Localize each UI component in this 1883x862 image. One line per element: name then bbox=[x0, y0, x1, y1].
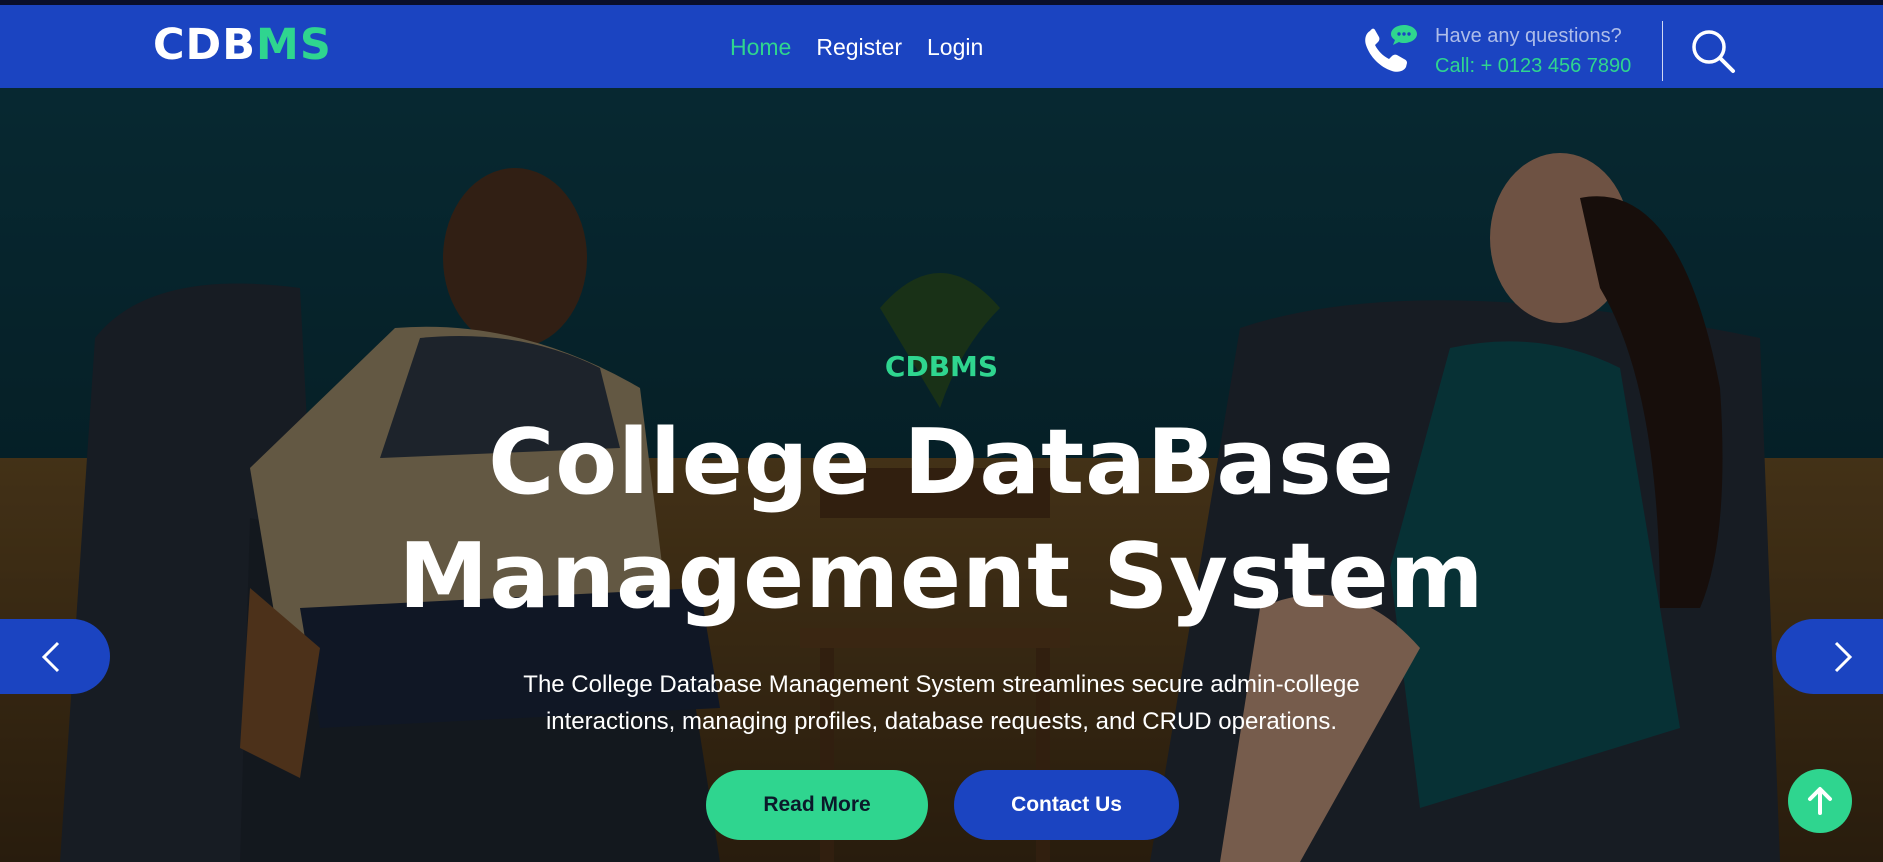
navbar-divider bbox=[1662, 21, 1663, 81]
read-more-button[interactable]: Read More bbox=[706, 770, 928, 840]
nav-link-login[interactable]: Login bbox=[927, 34, 983, 61]
brand-logo[interactable]: CDBMS bbox=[153, 18, 332, 72]
chevron-left-icon bbox=[41, 641, 60, 673]
main-nav: Home Register Login bbox=[730, 34, 983, 61]
contact-question: Have any questions? bbox=[1435, 25, 1622, 47]
hero-title-line1: College DataBase bbox=[488, 410, 1395, 515]
nav-link-home[interactable]: Home bbox=[730, 34, 791, 61]
hero-title-line2: Management System bbox=[398, 524, 1485, 629]
brand-text-part2: MS bbox=[256, 20, 332, 70]
hero-eyebrow: CDBMS bbox=[884, 350, 999, 383]
carousel-next-button[interactable] bbox=[1776, 619, 1883, 694]
navbar: CDBMS Home Register Login Have any quest… bbox=[0, 5, 1883, 88]
contact-phone-number[interactable]: Call: + 0123 456 7890 bbox=[1435, 55, 1631, 78]
hero-title: College DataBase Management System bbox=[340, 406, 1543, 634]
nav-link-register[interactable]: Register bbox=[816, 34, 902, 61]
chevron-right-icon bbox=[1834, 641, 1853, 673]
back-to-top-button[interactable] bbox=[1788, 769, 1852, 833]
contact-info: Have any questions? Call: + 0123 456 789… bbox=[1360, 19, 1660, 79]
brand-text-part1: CDB bbox=[153, 20, 257, 70]
carousel-prev-button[interactable] bbox=[0, 619, 110, 694]
phone-chat-icon bbox=[1365, 25, 1417, 72]
arrow-up-icon bbox=[1808, 787, 1832, 815]
contact-us-button[interactable]: Contact Us bbox=[954, 770, 1179, 840]
hero-description: The College Database Management System s… bbox=[523, 671, 1360, 735]
search-icon[interactable] bbox=[1690, 28, 1736, 74]
hero-carousel: CDBMS College DataBase Management System… bbox=[0, 88, 1883, 862]
